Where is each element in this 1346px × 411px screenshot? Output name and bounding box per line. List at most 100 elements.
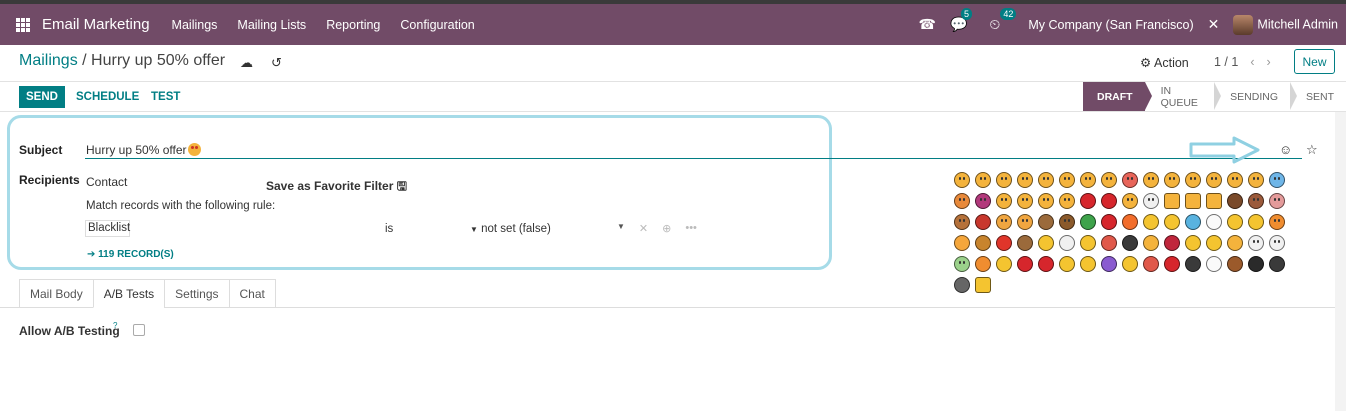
emoji-poop-icon[interactable] xyxy=(1227,193,1243,209)
emoji-sunglasses-icon[interactable] xyxy=(1059,172,1075,188)
chevron-left-icon[interactable]: ‹ xyxy=(1250,55,1254,69)
emoji-clover-icon[interactable] xyxy=(1080,214,1096,230)
stage-sending[interactable]: SENDING xyxy=(1214,82,1297,111)
chevron-right-icon[interactable]: › xyxy=(1267,55,1271,69)
emoji-horse-icon[interactable] xyxy=(1038,214,1054,230)
tab-mail-body[interactable]: Mail Body xyxy=(19,279,93,308)
emoji-cheese-icon[interactable] xyxy=(1038,235,1054,251)
emoji-see-no-evil-icon[interactable] xyxy=(1248,193,1264,209)
emoji-yum-icon[interactable] xyxy=(1101,172,1117,188)
rule-value-select[interactable]: ▼ not set (false) xyxy=(470,223,551,235)
menu-reporting[interactable]: Reporting xyxy=(316,18,390,32)
menu-mailings[interactable]: Mailings xyxy=(162,18,228,32)
emoji-lightning-icon[interactable] xyxy=(1227,214,1243,230)
emoji-burger-icon[interactable] xyxy=(975,235,991,251)
emoji-grinning-icon[interactable] xyxy=(954,172,970,188)
breadcrumb-mailings[interactable]: Mailings xyxy=(19,52,78,69)
activity-clock-icon[interactable]: ⏲ 42 xyxy=(989,8,1017,33)
emoji-skull-icon[interactable] xyxy=(1143,193,1159,209)
emoji-runner-icon[interactable] xyxy=(1164,256,1180,272)
emoji-tongue-icon[interactable] xyxy=(1122,172,1138,188)
emoji-house-icon[interactable] xyxy=(975,277,991,293)
emoji-angry-icon[interactable] xyxy=(954,193,970,209)
emoji-onigiri-icon[interactable] xyxy=(1122,235,1138,251)
emoji-microphone-icon[interactable] xyxy=(954,277,970,293)
emoji-thumbs-up-icon[interactable] xyxy=(1164,193,1180,209)
send-button[interactable]: SEND xyxy=(19,86,65,108)
emoji-pizza-icon[interactable] xyxy=(954,235,970,251)
emoji-heart-icon[interactable] xyxy=(1080,193,1096,209)
save-favorite-filter-button[interactable]: Save as Favorite Filter 🖫 xyxy=(266,177,407,198)
emoji-trophy-cup-icon[interactable] xyxy=(1206,235,1222,251)
emoji-rainbow-icon[interactable] xyxy=(1185,214,1201,230)
emoji-expressionless-icon[interactable] xyxy=(1164,172,1180,188)
records-link[interactable]: ➔ 119 RECORD(S) xyxy=(87,249,174,260)
emoji-fire-icon[interactable] xyxy=(1122,214,1138,230)
new-button[interactable]: New xyxy=(1294,49,1335,74)
emoji-party-icon[interactable] xyxy=(975,256,991,272)
emoji-picker-icon[interactable]: ☺ xyxy=(1279,142,1292,157)
emoji-music-icon[interactable] xyxy=(1101,256,1117,272)
emoji-ok-hand-icon[interactable] xyxy=(1206,193,1222,209)
emoji-saxophone-icon[interactable] xyxy=(1122,256,1138,272)
emoji-banana-icon[interactable] xyxy=(1080,235,1096,251)
user-menu[interactable]: Mitchell Admin xyxy=(1233,14,1338,35)
emoji-cat-icon[interactable] xyxy=(996,214,1012,230)
emoji-beer-icon[interactable] xyxy=(1143,235,1159,251)
stage-in-queue[interactable]: IN QUEUE xyxy=(1144,82,1221,111)
emoji-gift-icon[interactable] xyxy=(1059,256,1075,272)
emoji-heart-eyes-icon[interactable] xyxy=(1122,193,1138,209)
emoji-8ball-icon[interactable] xyxy=(1248,256,1264,272)
cloud-save-icon[interactable]: ☁ xyxy=(240,55,253,71)
emoji-innocent-icon[interactable] xyxy=(1017,193,1033,209)
emoji-clapper-icon[interactable] xyxy=(1269,256,1285,272)
emoji-cry-icon[interactable] xyxy=(1059,193,1075,209)
emoji-partly-sunny-icon[interactable] xyxy=(1164,214,1180,230)
add-rule-icon[interactable]: ⊕ xyxy=(662,222,671,235)
emoji-ladybug-icon[interactable] xyxy=(975,214,991,230)
emoji-sun-icon[interactable] xyxy=(1143,214,1159,230)
emoji-sushi-icon[interactable] xyxy=(1101,235,1117,251)
emoji-neutral-icon[interactable] xyxy=(1143,172,1159,188)
emoji-skull-white-icon[interactable] xyxy=(1269,235,1285,251)
menu-configuration[interactable]: Configuration xyxy=(390,18,484,32)
discard-undo-icon[interactable]: ↺ xyxy=(271,55,282,71)
tab-ab-tests[interactable]: A/B Tests xyxy=(92,279,165,308)
emoji-ghost-icon[interactable] xyxy=(1248,235,1264,251)
company-switcher[interactable]: My Company (San Francisco) xyxy=(1028,18,1193,32)
emoji-fries-icon[interactable] xyxy=(996,235,1012,251)
app-name[interactable]: Email Marketing xyxy=(42,16,150,33)
emoji-alien-icon[interactable] xyxy=(954,256,970,272)
menu-mailing-lists[interactable]: Mailing Lists xyxy=(227,18,316,32)
emoji-devil-icon[interactable] xyxy=(975,193,991,209)
emoji-slight-smile-icon[interactable] xyxy=(1038,172,1054,188)
emoji-wink-icon[interactable] xyxy=(1080,172,1096,188)
tab-chat[interactable]: Chat xyxy=(228,279,276,308)
emoji-rocket-icon[interactable] xyxy=(1038,256,1054,272)
emoji-sad-icon[interactable] xyxy=(1038,193,1054,209)
emoji-bicycle-icon[interactable] xyxy=(1185,256,1201,272)
emoji-monkey-icon[interactable] xyxy=(954,214,970,230)
emoji-astonished-icon[interactable] xyxy=(1248,172,1264,188)
emoji-rice-icon[interactable] xyxy=(1059,235,1075,251)
pager-value[interactable]: 1 / 1 xyxy=(1214,55,1238,69)
debug-tools-icon[interactable]: ✕ xyxy=(1208,16,1220,33)
emoji-fox-icon[interactable] xyxy=(1017,214,1033,230)
scrollbar[interactable] xyxy=(1335,112,1346,411)
chat-icon[interactable]: 💬 5 xyxy=(950,8,972,33)
emoji-scream-icon[interactable] xyxy=(1227,172,1243,188)
stage-sent[interactable]: SENT xyxy=(1289,82,1346,111)
test-button[interactable]: TEST xyxy=(151,91,180,103)
emoji-wine-icon[interactable] xyxy=(1164,235,1180,251)
phone-icon[interactable]: ☎ xyxy=(919,16,936,33)
emoji-laughing-icon[interactable] xyxy=(996,172,1012,188)
emoji-smirk-icon[interactable] xyxy=(996,193,1012,209)
apps-menu-icon[interactable] xyxy=(16,17,30,32)
emoji-confused-icon[interactable] xyxy=(1185,172,1201,188)
schedule-button[interactable]: SCHEDULE xyxy=(76,91,139,103)
emoji-rose-icon[interactable] xyxy=(1101,214,1117,230)
emoji-red-heart-icon[interactable] xyxy=(1101,193,1117,209)
stage-draft[interactable]: DRAFT xyxy=(1083,82,1152,111)
emoji-cloud-icon[interactable] xyxy=(1206,214,1222,230)
emoji-trophy-icon[interactable] xyxy=(996,256,1012,272)
